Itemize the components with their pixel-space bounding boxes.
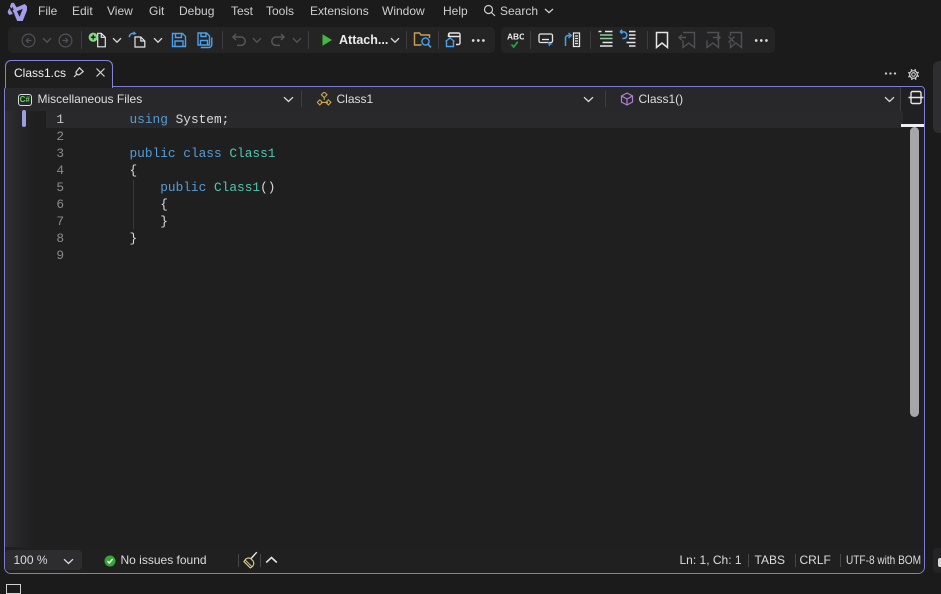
svg-text:ABC: ABC bbox=[507, 32, 524, 42]
